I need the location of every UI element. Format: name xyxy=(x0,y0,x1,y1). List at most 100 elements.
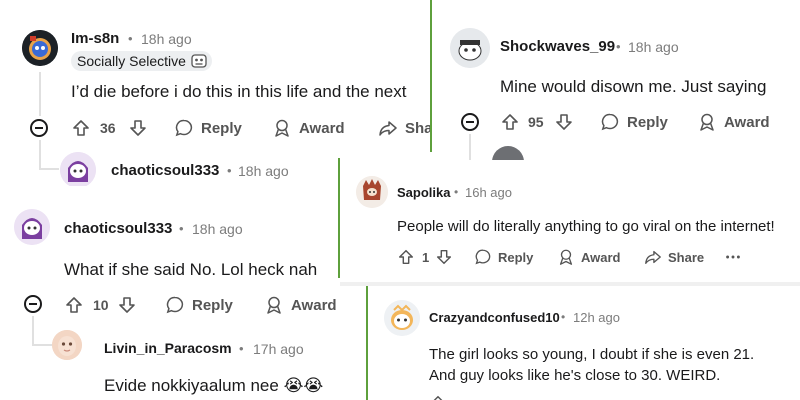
comment-card-sapolika: Sapolika • 16h ago People will do litera… xyxy=(340,160,800,282)
reply-connector xyxy=(32,344,52,346)
avatar[interactable] xyxy=(356,176,388,208)
separator-dot: • xyxy=(561,310,566,324)
avatar[interactable] xyxy=(450,28,490,68)
reply-label: Reply xyxy=(201,119,242,137)
timestamp[interactable]: 12h ago xyxy=(573,310,620,325)
downvote-arrow-icon xyxy=(119,297,135,313)
award-ribbon-icon xyxy=(267,296,281,314)
award-ribbon-icon xyxy=(559,249,573,265)
user-photo-avatar xyxy=(52,330,82,360)
username[interactable]: Im-s8n xyxy=(71,30,119,47)
username[interactable]: Livin_in_Paracosm xyxy=(104,340,232,356)
comment-body: What if she said No. Lol heck nah xyxy=(64,260,318,279)
award-button[interactable]: Award xyxy=(557,248,621,266)
timestamp[interactable]: 17h ago xyxy=(253,341,304,357)
award-label: Award xyxy=(724,113,770,131)
comment-body: Evide nokkiyaalum nee 😭😭 xyxy=(104,376,323,396)
snoo-avatar-icon xyxy=(14,209,50,245)
share-arrow-icon xyxy=(379,121,397,136)
award-label: Award xyxy=(299,119,345,137)
upvote-button[interactable] xyxy=(429,394,447,400)
snoo-avatar-icon xyxy=(450,28,490,68)
username[interactable]: Shockwaves_99 xyxy=(500,38,615,55)
collapse-button[interactable] xyxy=(461,113,479,131)
upvote-arrow-icon xyxy=(433,395,443,400)
username[interactable]: chaoticsoul333 xyxy=(64,220,172,237)
user-flair: Socially Selective xyxy=(71,51,212,71)
crying-emoji-icon: 😭😭 xyxy=(283,376,324,396)
avatar[interactable] xyxy=(384,300,420,336)
avatar[interactable] xyxy=(52,330,82,360)
separator-dot: • xyxy=(227,163,232,178)
vote-count: 95 xyxy=(528,114,544,130)
collapse-minus-icon xyxy=(466,121,474,123)
share-button[interactable]: Sha xyxy=(378,118,432,138)
avatar[interactable] xyxy=(22,30,58,66)
collapse-minus-icon xyxy=(29,303,37,305)
thread-line xyxy=(39,72,41,116)
speech-bubble-icon xyxy=(175,119,193,137)
downvote-button[interactable] xyxy=(117,295,137,315)
more-dots-icon xyxy=(726,255,740,259)
comment-body: Mine would disown me. Just saying xyxy=(500,77,767,96)
award-button[interactable]: Award xyxy=(264,295,337,315)
timestamp[interactable]: 18h ago xyxy=(141,31,192,47)
timestamp[interactable]: 18h ago xyxy=(628,39,679,55)
thread-line xyxy=(39,140,41,170)
downvote-button[interactable] xyxy=(435,248,453,266)
share-button[interactable]: Share xyxy=(644,248,704,266)
collapse-button[interactable] xyxy=(24,295,42,313)
snoo-avatar-icon xyxy=(384,300,420,336)
share-arrow-icon xyxy=(645,250,661,264)
timestamp[interactable]: 18h ago xyxy=(192,221,243,237)
downvote-button[interactable] xyxy=(554,112,574,132)
collapse-minus-icon xyxy=(35,127,43,129)
avatar[interactable] xyxy=(492,146,524,160)
upvote-button[interactable] xyxy=(397,248,415,266)
upvote-arrow-icon xyxy=(73,120,89,136)
separator-dot: • xyxy=(128,31,133,46)
reply-label: Reply xyxy=(627,113,668,131)
speech-bubble-icon xyxy=(475,249,491,265)
upvote-arrow-icon xyxy=(398,249,414,265)
vote-count: 36 xyxy=(100,120,116,136)
avatar[interactable] xyxy=(60,152,96,186)
vote-count: 1 xyxy=(422,250,430,265)
reply-button[interactable]: Reply xyxy=(165,295,233,315)
reply-button[interactable]: Reply xyxy=(474,248,533,266)
award-label: Award xyxy=(581,249,621,265)
username[interactable]: Sapolika xyxy=(397,185,450,200)
collapse-button[interactable] xyxy=(30,119,48,137)
comment-body-line-2: And guy looks like he's close to 30. WEI… xyxy=(429,367,721,384)
separator-dot: • xyxy=(616,39,621,54)
separator-dot: • xyxy=(454,185,459,199)
comment-text: Evide nokkiyaalum nee xyxy=(104,376,279,395)
downvote-arrow-icon xyxy=(436,249,452,265)
thread-line xyxy=(32,316,34,346)
reply-button[interactable]: Reply xyxy=(174,118,242,138)
speech-bubble-icon xyxy=(166,296,184,314)
downvote-button[interactable] xyxy=(128,118,148,138)
avatar[interactable] xyxy=(14,209,50,245)
snoo-avatar-icon xyxy=(22,30,58,66)
reply-button[interactable]: Reply xyxy=(600,112,668,132)
comment-card-im-s8n: Im-s8n • 18h ago Socially Selective I’d … xyxy=(0,0,432,186)
username[interactable]: chaoticsoul333 xyxy=(111,162,219,179)
upvote-button[interactable] xyxy=(500,112,520,132)
timestamp[interactable]: 16h ago xyxy=(465,185,512,200)
comment-body: People will do literally anything to go … xyxy=(397,218,775,235)
flair-text: Socially Selective xyxy=(77,53,186,69)
separator-dot: • xyxy=(179,221,184,236)
award-ribbon-icon xyxy=(700,113,714,131)
thread-line xyxy=(469,134,471,160)
vote-count: 10 xyxy=(93,297,109,313)
reply-label: Reply xyxy=(192,296,233,314)
upvote-button[interactable] xyxy=(64,295,84,315)
more-options-button[interactable] xyxy=(724,248,742,266)
award-button[interactable]: Award xyxy=(697,112,770,132)
upvote-button[interactable] xyxy=(71,118,91,138)
timestamp[interactable]: 18h ago xyxy=(238,163,289,179)
share-label: Share xyxy=(668,249,705,265)
username[interactable]: Crazyandconfused10 xyxy=(429,310,560,325)
award-button[interactable]: Award xyxy=(272,118,345,138)
